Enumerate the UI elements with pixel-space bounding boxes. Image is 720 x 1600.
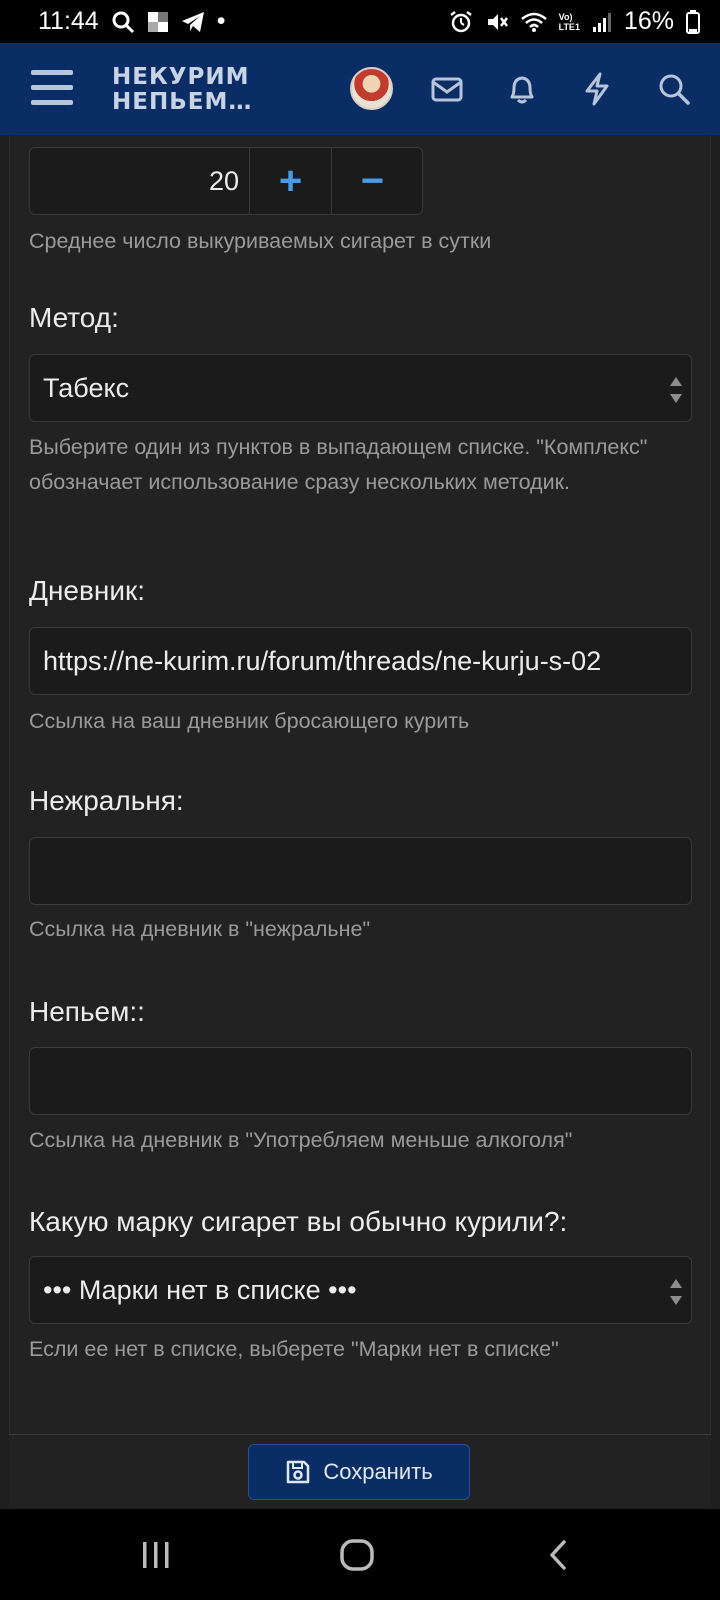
search-icon[interactable] <box>655 70 693 108</box>
diary-label: Дневник: <box>29 575 146 606</box>
method-label: Метод: <box>29 302 119 333</box>
diary-hint: Ссылка на ваш дневник бросающего курить <box>29 709 470 733</box>
brand-label: Какую марку сигарет вы обычно курили?: <box>29 1206 568 1237</box>
volte-label: Vo) LTE1 <box>558 11 580 32</box>
signal-icon <box>592 11 612 33</box>
telegram-icon <box>181 11 205 33</box>
save-button[interactable]: Сохранить <box>248 1444 470 1500</box>
mute-icon <box>485 10 509 34</box>
bell-icon[interactable] <box>503 70 541 108</box>
increment-button[interactable]: + <box>249 148 331 214</box>
method-selected-value: Табекс <box>43 373 130 403</box>
decrement-button[interactable]: − <box>331 148 413 214</box>
nepyem-input[interactable] <box>29 1047 692 1115</box>
nepyem-hint: Ссылка на дневник в "Употребляем меньше … <box>29 1128 573 1152</box>
notification-dot: • <box>216 7 226 35</box>
recent-apps-icon[interactable] <box>140 1539 172 1576</box>
nezhralnya-label: Нежральня: <box>29 785 184 816</box>
menu-icon[interactable] <box>31 70 73 108</box>
profile-form: 20 + − Среднее число выкуриваемых сигаре… <box>9 135 711 1435</box>
logo-line2: НЕПЬЕМ… <box>112 89 253 115</box>
select-arrows-icon <box>669 1279 683 1305</box>
diary-input[interactable]: https://ne-kurim.ru/forum/threads/ne-kur… <box>29 627 692 695</box>
cigarettes-stepper: 20 + − <box>29 147 423 215</box>
battery-icon <box>686 9 700 34</box>
cigarettes-hint: Среднее число выкуриваемых сигарет в сут… <box>29 229 492 253</box>
select-arrows-icon <box>669 377 683 403</box>
status-bar: 11:44 • Vo) LTE1 16% <box>0 0 720 43</box>
brand-select[interactable]: ••• Марки нет в списке ••• <box>29 1256 692 1324</box>
logo-line1: НЕКУРИМ <box>112 64 250 90</box>
brand-selected-value: ••• Марки нет в списке ••• <box>43 1275 357 1305</box>
avatar[interactable] <box>350 67 393 110</box>
home-icon[interactable] <box>339 1539 375 1576</box>
app-header: НЕКУРИМ НЕПЬЕМ… <box>0 43 720 135</box>
inbox-icon[interactable] <box>428 70 466 108</box>
alarm-icon <box>449 10 473 34</box>
nezhralnya-input[interactable] <box>29 837 692 905</box>
floppy-disk-icon <box>285 1459 311 1485</box>
nezhralnya-hint: Ссылка на дневник в "нежральне" <box>29 917 371 941</box>
battery-percent: 16% <box>623 7 674 35</box>
status-time: 11:44 <box>38 7 99 35</box>
back-icon[interactable] <box>546 1539 570 1576</box>
form-footer: Сохранить <box>9 1435 711 1509</box>
nepyem-label: Непьем:: <box>29 996 145 1027</box>
cigarettes-input[interactable]: 20 <box>30 148 249 214</box>
method-select[interactable]: Табекс <box>29 354 692 422</box>
search-icon <box>111 10 135 34</box>
save-button-label: Сохранить <box>323 1459 433 1484</box>
brand-hint: Если ее нет в списке, выберете "Марки не… <box>29 1337 559 1361</box>
method-hint: Выберите один из пунктов в выпадающем сп… <box>29 435 648 494</box>
bolt-icon[interactable] <box>578 70 616 108</box>
gallery-icon <box>147 11 169 33</box>
site-logo[interactable]: НЕКУРИМ НЕПЬЕМ… <box>112 65 252 115</box>
wifi-icon <box>520 11 547 33</box>
system-nav-bar <box>0 1509 720 1600</box>
diary-input-value: https://ne-kurim.ru/forum/threads/ne-kur… <box>43 646 602 676</box>
